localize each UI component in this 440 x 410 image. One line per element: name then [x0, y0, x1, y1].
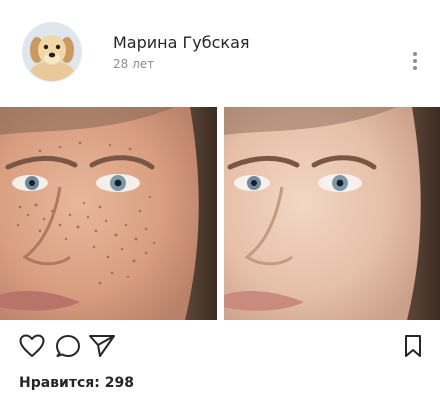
user-age: 28 лет [113, 57, 155, 71]
more-options-icon[interactable] [404, 48, 426, 74]
post-header: Марина Губская 28 лет [0, 0, 440, 100]
heart-icon[interactable] [19, 334, 45, 362]
photo-after [224, 107, 440, 320]
puppy-avatar-image [23, 23, 81, 81]
post-actions [0, 330, 440, 362]
post-photos[interactable] [0, 107, 440, 320]
photo-before [0, 107, 217, 320]
user-name[interactable]: Марина Губская [113, 33, 250, 52]
comment-icon[interactable] [55, 334, 81, 362]
paper-plane-icon[interactable] [88, 334, 116, 362]
likes-count[interactable]: Нравится: 298 [19, 375, 134, 391]
bookmark-icon[interactable] [404, 334, 422, 362]
avatar[interactable] [22, 22, 82, 82]
